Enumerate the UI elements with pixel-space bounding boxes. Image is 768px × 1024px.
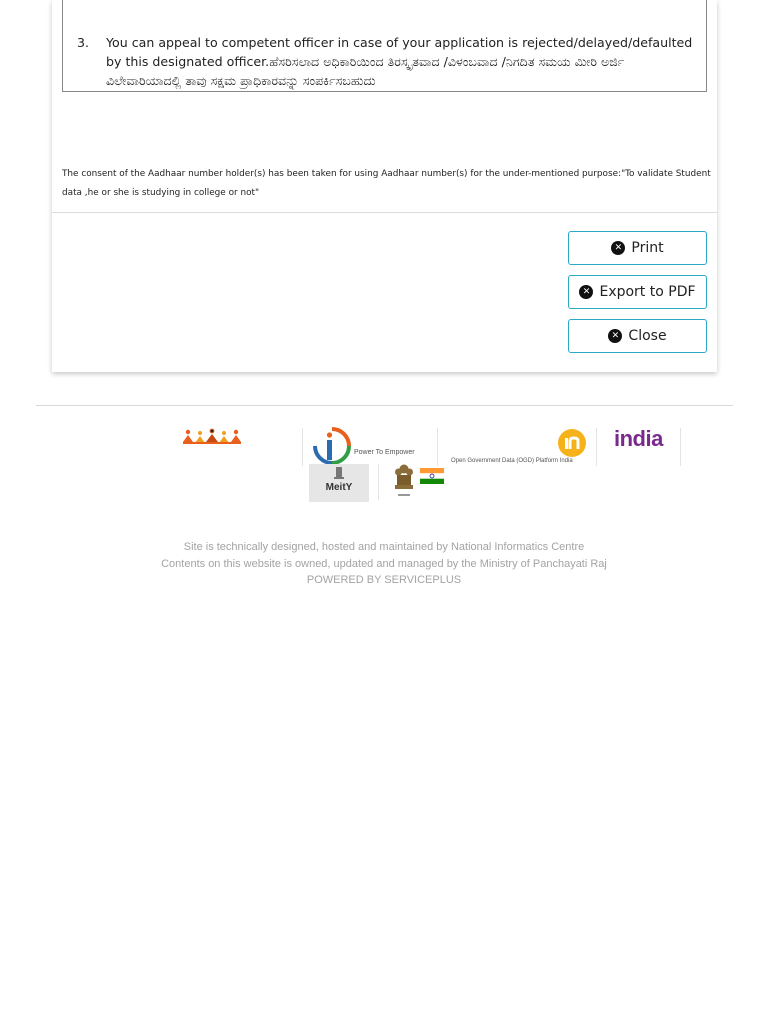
emblem-small-icon [334, 467, 344, 479]
serviceplus-logo[interactable] [181, 428, 243, 448]
digital-india-icon [313, 427, 351, 465]
site-footer: Site is technically designed, hosted and… [0, 539, 768, 589]
meity-text: MeitY [325, 482, 353, 493]
application-card: 3. You can appeal to competent officer i… [52, 0, 717, 372]
notice-item-number: 3. [77, 35, 90, 50]
print-button-label: Print [631, 240, 664, 256]
digital-india-tagline: Power To Empower [354, 449, 415, 456]
footer-divider [36, 405, 733, 406]
partner-logos: Power To Empower Open Government Data (O… [0, 420, 768, 510]
footer-nic-text: Site is technically designed, hosted and… [183, 541, 585, 553]
aadhaar-consent-text: The consent of the Aadhaar number holder… [62, 169, 711, 198]
india-flag-icon [420, 468, 444, 484]
footer-ministry-text: Contents on this website is owned, updat… [161, 557, 607, 570]
notice-item-text: You can appeal to competent officer in c… [106, 35, 693, 88]
close-circle-icon: ✕ [608, 329, 623, 343]
close-circle-icon: ✕ [611, 241, 626, 255]
notice-box: 3. You can appeal to competent officer i… [62, 0, 707, 92]
export-pdf-button[interactable]: ✕ Export to PDF [568, 275, 707, 309]
close-button-label: Close [628, 328, 667, 344]
footer-powered-by: POWERED BY SERVICEPLUS [306, 574, 462, 586]
print-button[interactable]: ✕ Print [568, 231, 707, 265]
logo-separator [302, 428, 303, 466]
ogd-text: Open Government Data (OGD) Platform Indi… [451, 458, 573, 464]
export-pdf-button-label: Export to PDF [599, 284, 696, 300]
logo-separator [437, 428, 438, 466]
digital-india-logo[interactable]: Power To Empower [312, 426, 432, 466]
close-circle-icon: ✕ [579, 285, 594, 299]
logo-separator [680, 428, 681, 466]
ogd-icon [558, 429, 586, 457]
india-gov-text: india [614, 426, 663, 451]
logo-separator [378, 464, 379, 500]
ogd-logo[interactable]: Open Government Data (OGD) Platform Indi… [449, 428, 591, 468]
india-gov-logo[interactable]: india [613, 426, 677, 452]
notice-list-item: 3. You can appeal to competent officer i… [77, 33, 701, 90]
card-divider [52, 212, 717, 213]
logo-separator [596, 428, 597, 466]
national-emblem-icon[interactable] [392, 462, 416, 500]
close-button[interactable]: ✕ Close [568, 319, 707, 353]
meity-logo[interactable]: MeitY [309, 464, 369, 502]
